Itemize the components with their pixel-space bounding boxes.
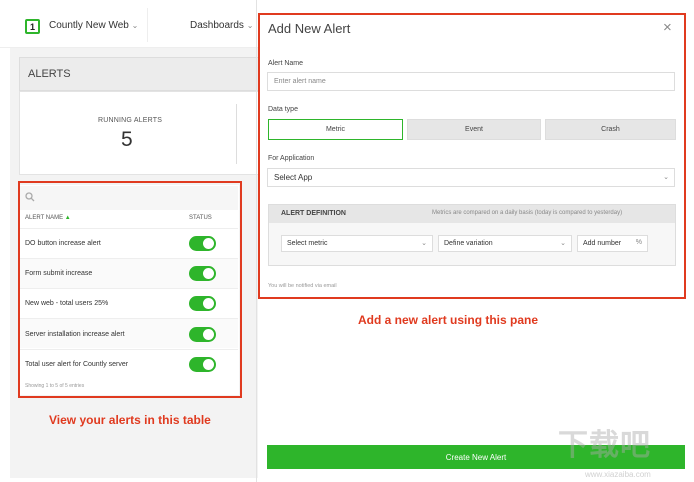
app-selector[interactable]: Countly New Web ⌄: [49, 20, 138, 31]
alerts-header: ALERTS: [19, 57, 259, 91]
running-alerts-label: RUNNING ALERTS: [98, 117, 163, 124]
caption-table: View your alerts in this table: [49, 413, 211, 427]
running-alerts-count: 5: [121, 128, 133, 151]
card-divider: [236, 104, 237, 164]
topbar-divider: [147, 8, 148, 42]
chevron-down-icon: ⌄: [131, 21, 139, 30]
annotation-box-pane: [258, 13, 686, 299]
running-alerts-card: [19, 91, 259, 175]
dashboards-label: Dashboards: [190, 20, 244, 31]
pane-divider: [256, 0, 257, 482]
annotation-box-table: [18, 181, 242, 398]
watermark-logo: 下载吧: [558, 429, 651, 462]
app-name-label: Countly New Web: [49, 20, 129, 31]
chevron-down-icon: ⌄: [246, 21, 254, 30]
app-logo-icon[interactable]: 1: [25, 19, 40, 34]
watermark-url: www.xiazaiba.com: [585, 470, 651, 479]
dashboards-menu[interactable]: Dashboards ⌄: [190, 20, 253, 31]
caption-pane: Add a new alert using this pane: [358, 313, 539, 327]
